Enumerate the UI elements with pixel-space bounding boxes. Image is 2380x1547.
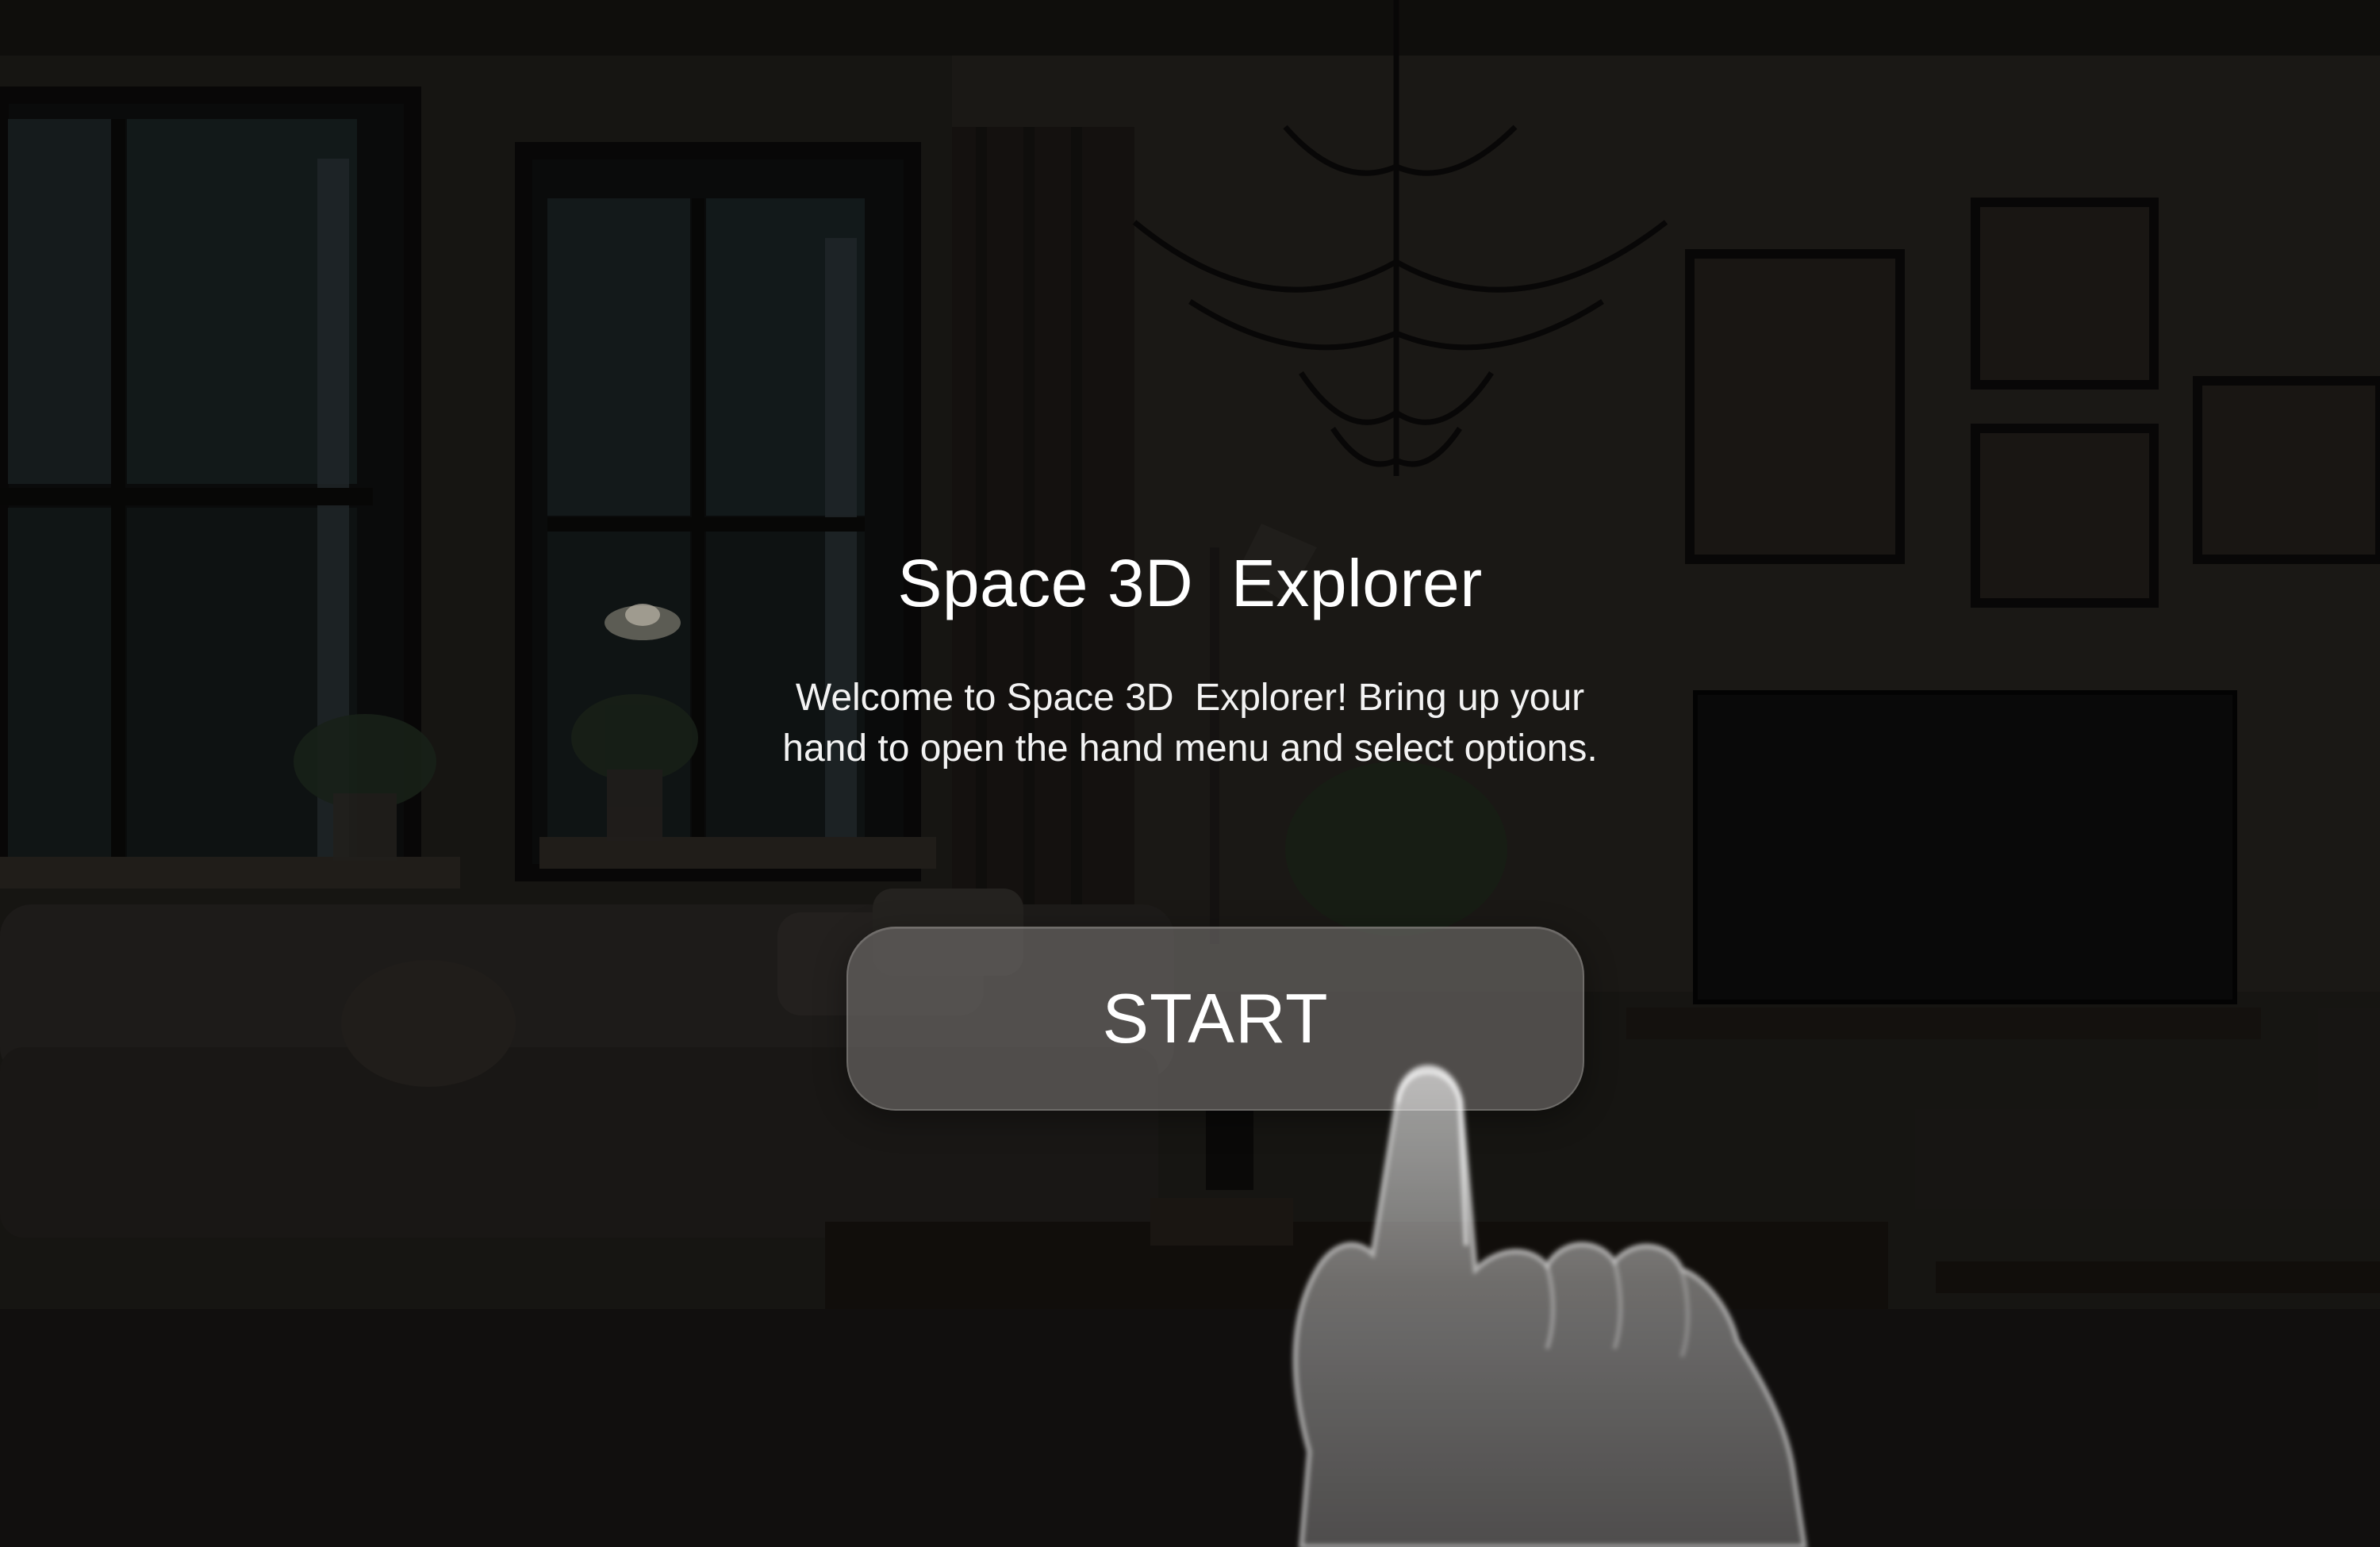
start-button[interactable]: START [846,927,1584,1111]
app-title: Space 3D Explorer [897,546,1483,620]
welcome-line-2: hand to open the hand menu and select op… [782,727,1598,770]
ar-welcome-screen: Space 3D Explorer Welcome to Space 3D Ex… [0,0,2380,1547]
welcome-line-1: Welcome to Space 3D Explorer! Bring up y… [795,677,1585,719]
welcome-message: Welcome to Space 3D Explorer! Bring up y… [0,673,2380,774]
